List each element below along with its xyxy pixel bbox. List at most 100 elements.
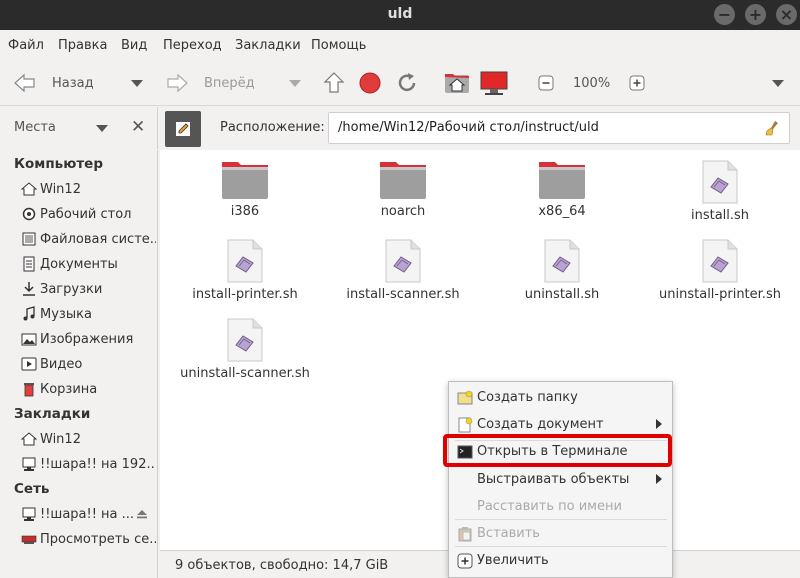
places-sidebar: Компьютер Win12 Рабочий стол Файловая си… (0, 150, 158, 550)
forward-label: Вперёд (204, 75, 255, 91)
minimize-button[interactable]: − (714, 4, 735, 25)
sidebar-item-downloads[interactable]: Загрузки (20, 277, 156, 301)
reload-icon (398, 73, 416, 92)
menu-go[interactable]: Переход (163, 38, 222, 53)
reload-button[interactable] (394, 60, 420, 106)
new-document-icon (457, 417, 473, 433)
toolbar-overflow-dropdown[interactable] (772, 60, 784, 106)
zoom-out-icon (538, 75, 554, 91)
menu-item-sort-by-name[interactable]: Расставить по имени (449, 493, 672, 520)
forward-button[interactable]: Вперёд (162, 60, 255, 106)
submenu-arrow-icon (656, 474, 662, 484)
file-item-install-scanner-sh[interactable]: install-scanner.sh (318, 239, 488, 302)
location-bar: Расположение: /home/Win12/Рабочий стол/i… (160, 107, 800, 149)
file-name: uninstall.sh (524, 287, 600, 302)
script-file-icon (227, 318, 263, 362)
music-icon (20, 305, 38, 323)
file-item-i386[interactable]: i386 (160, 160, 330, 219)
file-name: uninstall-printer.sh (659, 287, 781, 302)
sidebar-bottom (0, 550, 158, 578)
submenu-arrow-icon (656, 419, 662, 429)
file-item-install-printer-sh[interactable]: install-printer.sh (160, 239, 330, 302)
zoom-in-button[interactable] (629, 60, 645, 106)
file-item-uninstall-sh[interactable]: uninstall.sh (477, 239, 647, 302)
up-button[interactable] (321, 60, 347, 106)
eject-icon[interactable] (136, 508, 148, 524)
menu-item-create-folder[interactable]: Создать папку (449, 384, 672, 411)
sidebar-item-documents[interactable]: Документы (20, 252, 156, 276)
window-title: uld (387, 6, 413, 22)
computer-button[interactable] (478, 60, 510, 106)
desktop-icon (20, 205, 38, 223)
zoom-level[interactable]: 100% (573, 60, 610, 106)
sidebar-item-music[interactable]: Музыка (20, 302, 156, 326)
sidebar-item-video[interactable]: Видео (20, 352, 156, 376)
back-label: Назад (52, 75, 94, 91)
menu-help[interactable]: Помощь (311, 38, 366, 53)
menu-edit[interactable]: Правка (58, 38, 107, 53)
pictures-icon (20, 330, 38, 348)
menu-file[interactable]: Файл (8, 38, 44, 53)
sidebar-header: Места ✕ (0, 107, 158, 149)
stop-icon (359, 72, 381, 94)
clear-location-icon[interactable] (763, 119, 781, 141)
menu-item-paste[interactable]: Вставить (449, 520, 672, 547)
sidebar-heading-bookmarks: Закладки (14, 406, 91, 422)
file-name: x86_64 (538, 204, 586, 219)
home-folder-icon (445, 74, 469, 93)
network-icon (20, 530, 38, 548)
sidebar-item-browse-network[interactable]: Просмотреть се... (20, 527, 156, 550)
script-file-icon (227, 239, 263, 283)
sidebar-item-home[interactable]: Win12 (20, 177, 156, 201)
folder-icon (538, 160, 586, 200)
file-item-uninstall-printer-sh[interactable]: uninstall-printer.sh (635, 239, 800, 302)
close-sidebar-icon[interactable]: ✕ (131, 117, 145, 137)
location-label: Расположение: (220, 120, 325, 135)
file-item-noarch[interactable]: noarch (318, 160, 488, 219)
menu-bookmarks[interactable]: Закладки (235, 38, 301, 53)
home-button[interactable] (442, 60, 472, 106)
home-icon (20, 180, 38, 198)
menu-item-arrange-items[interactable]: Выстраивать объекты (449, 466, 672, 493)
sidebar-type-dropdown[interactable] (96, 125, 108, 132)
sidebar-item-bookmark-share[interactable]: !!шара!! на 192.... (20, 452, 156, 476)
sidebar-item-bookmark-home[interactable]: Win12 (20, 427, 156, 451)
stop-button[interactable] (358, 60, 382, 106)
zoom-value: 100% (573, 75, 611, 91)
new-folder-icon (457, 390, 473, 406)
pencil-icon (176, 122, 190, 136)
network-share-icon (20, 505, 38, 523)
location-input[interactable]: /home/Win12/Рабочий стол/instruct/uld (328, 112, 790, 144)
file-item-uninstall-scanner-sh[interactable]: uninstall-scanner.sh (160, 318, 330, 381)
zoom-in-icon (629, 75, 645, 91)
forward-history-dropdown[interactable] (289, 60, 301, 106)
up-arrow-icon (323, 72, 345, 93)
menu-item-zoom-in[interactable]: Увеличить (449, 547, 672, 574)
back-history-dropdown[interactable] (131, 60, 143, 106)
sidebar-item-trash[interactable]: Корзина (20, 377, 156, 401)
script-file-icon (385, 239, 421, 283)
file-name: noarch (380, 204, 426, 219)
sidebar-type-label[interactable]: Места (14, 120, 56, 135)
script-file-icon (544, 239, 580, 283)
video-icon (20, 355, 38, 373)
sidebar-item-pictures[interactable]: Изображения (20, 327, 156, 351)
back-button[interactable]: Назад (10, 60, 94, 106)
zoom-out-button[interactable] (538, 60, 554, 106)
network-share-icon (20, 455, 38, 473)
sidebar-item-desktop[interactable]: Рабочий стол (20, 202, 156, 226)
file-name: install-scanner.sh (346, 287, 460, 302)
toggle-location-button[interactable] (165, 111, 201, 147)
file-name: install-printer.sh (192, 287, 298, 302)
file-item-install-sh[interactable]: install.sh (635, 160, 800, 223)
menu-view[interactable]: Вид (121, 38, 147, 53)
highlight-annotation (443, 434, 672, 467)
home-icon (20, 430, 38, 448)
script-file-icon (702, 239, 738, 283)
maximize-button[interactable]: + (745, 4, 766, 25)
file-item-x86_64[interactable]: x86_64 (477, 160, 647, 219)
trash-icon (20, 380, 38, 398)
menu-bar: Файл Правка Вид Переход Закладки Помощь (0, 30, 800, 60)
sidebar-item-filesystem[interactable]: Файловая систе... (20, 227, 156, 251)
close-button[interactable]: × (776, 4, 797, 25)
